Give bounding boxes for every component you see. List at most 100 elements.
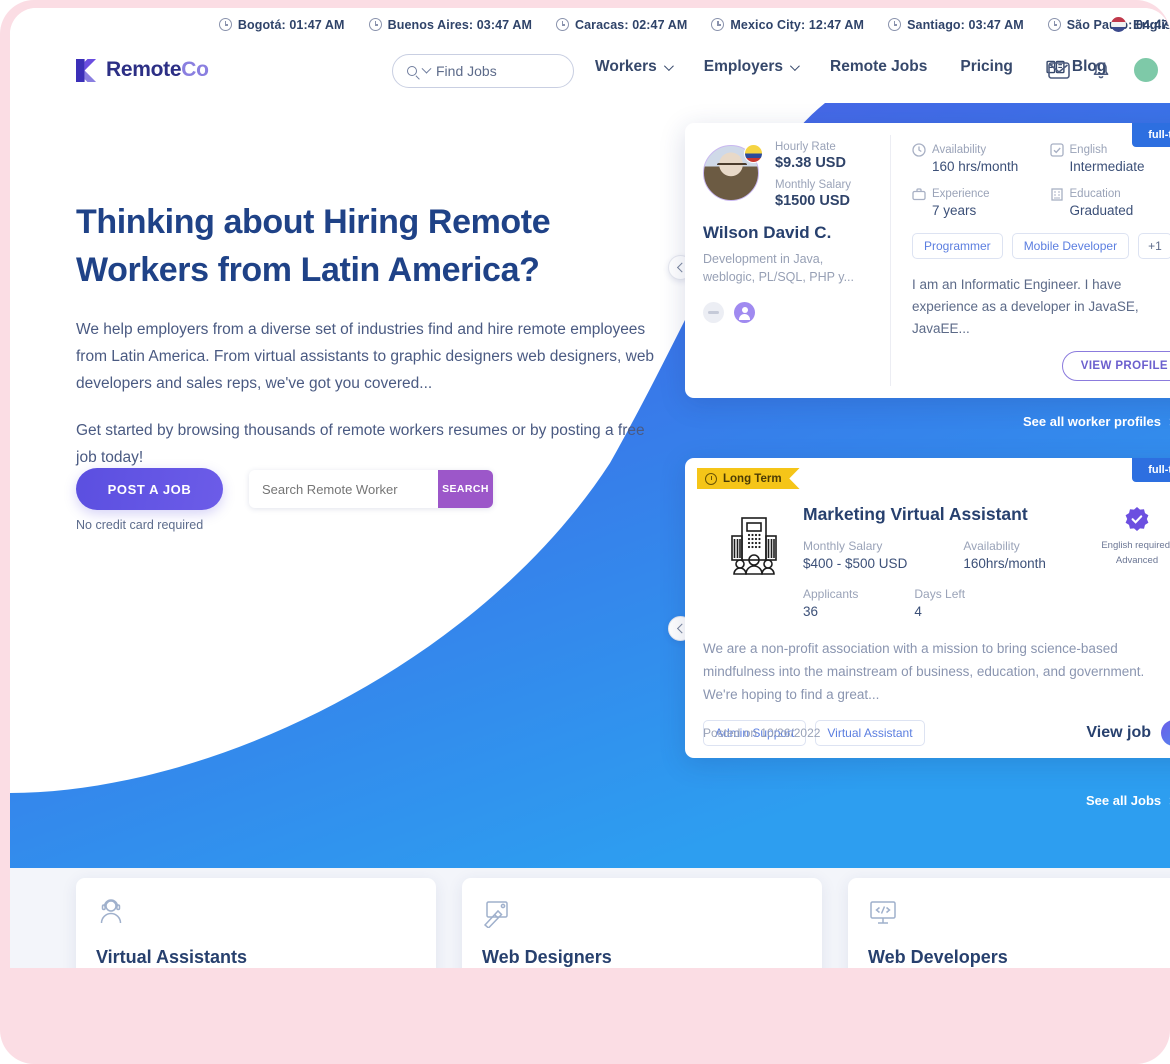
worker-meta-value: Graduated — [1069, 203, 1134, 218]
worker-bio: I am an Informatic Engineer. I have expe… — [912, 277, 1139, 336]
job-description: We are a non-profit association with a m… — [703, 641, 1145, 702]
timezone-bar: Bogotá: 01:47 AM Buenos Aires: 03:47 AM … — [10, 8, 1170, 41]
job-days-left: Days Left 4 — [914, 587, 966, 619]
job-meta-row-2: Applicants 36 Days Left 4 — [803, 587, 1170, 619]
avatar[interactable] — [1132, 56, 1160, 84]
worker-profile-card[interactable]: full-time Hourly Rate $9.38 USD Monthly … — [685, 123, 1170, 398]
worker-card-left: Hourly Rate $9.38 USD Monthly Salary $15… — [685, 123, 890, 398]
design-wand-icon — [483, 901, 508, 930]
find-jobs-placeholder: Find Jobs — [436, 63, 497, 79]
hero-paragraph-2: Get started by browsing thousands of rem… — [76, 422, 645, 466]
check-square-icon — [1049, 143, 1064, 157]
logo[interactable]: RemoteCo — [76, 58, 209, 82]
view-profile-button[interactable]: VIEW PROFILE — [1061, 351, 1170, 381]
search-icon — [407, 66, 417, 76]
timezone-label: Mexico City: 12:47 AM — [730, 17, 865, 32]
headset-person-icon — [100, 899, 122, 924]
job-card-footer: Posted on 10/26/2022 View job — [703, 720, 1170, 746]
profile-icon[interactable] — [734, 302, 755, 323]
hourly-rate-value: $9.38 USD — [775, 155, 846, 171]
logo-text: RemoteCo — [106, 58, 209, 81]
job-card[interactable]: full-time Long Term — [685, 458, 1170, 758]
clock-icon — [555, 18, 569, 31]
worker-card-right: Availability 160 hrs/month English Inter… — [890, 123, 1170, 398]
category-card-virtual-assistants[interactable]: Virtual Assistants — [76, 878, 436, 968]
monthly-salary-value: $1500 USD — [775, 193, 850, 209]
worker-name: Wilson David C. — [703, 223, 832, 242]
browser-frame: Bogotá: 01:47 AM Buenos Aires: 03:47 AM … — [0, 0, 1170, 1064]
link-icon[interactable] — [703, 302, 724, 323]
job-availability: Availability 160hrs/month — [963, 539, 1046, 571]
chevron-down-icon — [789, 60, 800, 71]
worker-avatar-wrap — [703, 144, 763, 201]
timezone-label: Santiago: 03:47 AM — [907, 17, 1024, 32]
job-fulltime-badge: full-time — [1132, 458, 1170, 482]
worker-tag-more[interactable]: +1 — [1138, 233, 1170, 259]
timezone-caracas: Caracas: 02:47 AM — [555, 18, 687, 32]
verified-seal-icon — [1125, 507, 1149, 531]
nav-item-workers[interactable]: Workers — [595, 58, 674, 76]
category-strip: Virtual Assistants Web Designers Web Dev… — [10, 868, 1170, 968]
job-card-body: Marketing Virtual Assistant English requ… — [703, 504, 1170, 746]
clock-icon — [218, 18, 232, 31]
worker-tag[interactable]: Mobile Developer — [1011, 233, 1130, 259]
clock-icon — [912, 143, 926, 157]
hourly-rate-label: Hourly Rate — [775, 141, 836, 153]
timezone-label: Bogotá: 01:47 AM — [237, 17, 345, 32]
english-required-label: English required: — [1101, 540, 1170, 551]
clock-icon — [1047, 18, 1061, 31]
timezone-label: Buenos Aires: 03:47 AM — [387, 17, 532, 32]
mail-icon[interactable] — [1048, 61, 1070, 79]
worker-meta-value: 7 years — [932, 203, 977, 218]
category-card-web-developers[interactable]: Web Developers — [848, 878, 1170, 968]
hero-cta-row: POST A JOB SEARCH — [76, 468, 493, 510]
arrow-right-icon — [1161, 720, 1170, 746]
timezone-buenos-aires: Buenos Aires: 03:47 AM — [368, 17, 532, 32]
chevron-down-icon — [663, 60, 674, 71]
page-viewport: Bogotá: 01:47 AM Buenos Aires: 03:47 AM … — [10, 8, 1170, 968]
no-credit-card-note: No credit card required — [76, 518, 204, 532]
view-job-button[interactable]: View job — [1086, 720, 1170, 746]
worker-tag[interactable]: Programmer — [912, 233, 1003, 259]
worker-meta-english: English Intermediate — [1049, 143, 1170, 174]
search-remote-worker[interactable]: SEARCH — [249, 470, 493, 508]
see-all-worker-profiles-link[interactable]: See all worker profiles — [1023, 414, 1170, 429]
worker-meta-experience: Experience 7 years — [912, 187, 1050, 218]
timezone-mexico-city: Mexico City: 12:47 AM — [711, 18, 864, 32]
category-card-web-designers[interactable]: Web Designers — [462, 878, 822, 968]
worker-headline: Development in Java, weblogic, PL/SQL, P… — [703, 252, 854, 284]
hero-section: Thinking about Hiring Remote Workers fro… — [10, 103, 1170, 868]
hero-copy: Thinking about Hiring Remote Workers fro… — [76, 198, 656, 471]
page-title: Thinking about Hiring Remote Workers fro… — [76, 203, 551, 289]
nav-item-pricing[interactable]: Pricing — [960, 58, 1013, 76]
nav-icon-group — [1048, 56, 1160, 84]
clock-icon — [705, 472, 717, 485]
worker-tag-row: Programmer Mobile Developer +1 — [912, 233, 1170, 259]
post-a-job-button[interactable]: POST A JOB — [76, 468, 223, 510]
worker-meta-value: Intermediate — [1069, 159, 1145, 174]
timezone-santiago: Santiago: 03:47 AM — [888, 18, 1024, 32]
nav-item-remote-jobs[interactable]: Remote Jobs — [830, 58, 927, 76]
chevron-down-icon — [421, 63, 432, 74]
clock-icon — [368, 18, 382, 31]
bell-icon[interactable] — [1092, 61, 1110, 80]
long-term-ribbon: Long Term — [697, 468, 800, 489]
category-title: Web Developers — [868, 947, 1008, 967]
office-team-icon — [731, 517, 777, 575]
find-jobs-search[interactable]: Find Jobs — [392, 54, 574, 88]
search-worker-input[interactable] — [249, 481, 438, 497]
search-worker-button[interactable]: SEARCH — [438, 470, 493, 508]
clock-icon — [711, 18, 725, 31]
english-required-value: Advanced — [1115, 555, 1159, 566]
category-title: Web Designers — [482, 947, 612, 967]
see-all-jobs-link[interactable]: See all Jobs — [1086, 793, 1170, 808]
worker-meta-value: 160 hrs/month — [932, 159, 1019, 174]
english-required-badge: English required: Advanced — [1091, 506, 1170, 567]
language-label: English — [1133, 17, 1170, 32]
language-selector[interactable]: English — [1111, 17, 1170, 32]
building-icon — [1050, 188, 1063, 201]
nav-item-employers[interactable]: Employers — [704, 58, 800, 76]
logo-mark-icon — [76, 58, 97, 82]
timezone-bogota: Bogotá: 01:47 AM — [218, 17, 345, 32]
worker-meta-availability: Availability 160 hrs/month — [912, 143, 1050, 174]
